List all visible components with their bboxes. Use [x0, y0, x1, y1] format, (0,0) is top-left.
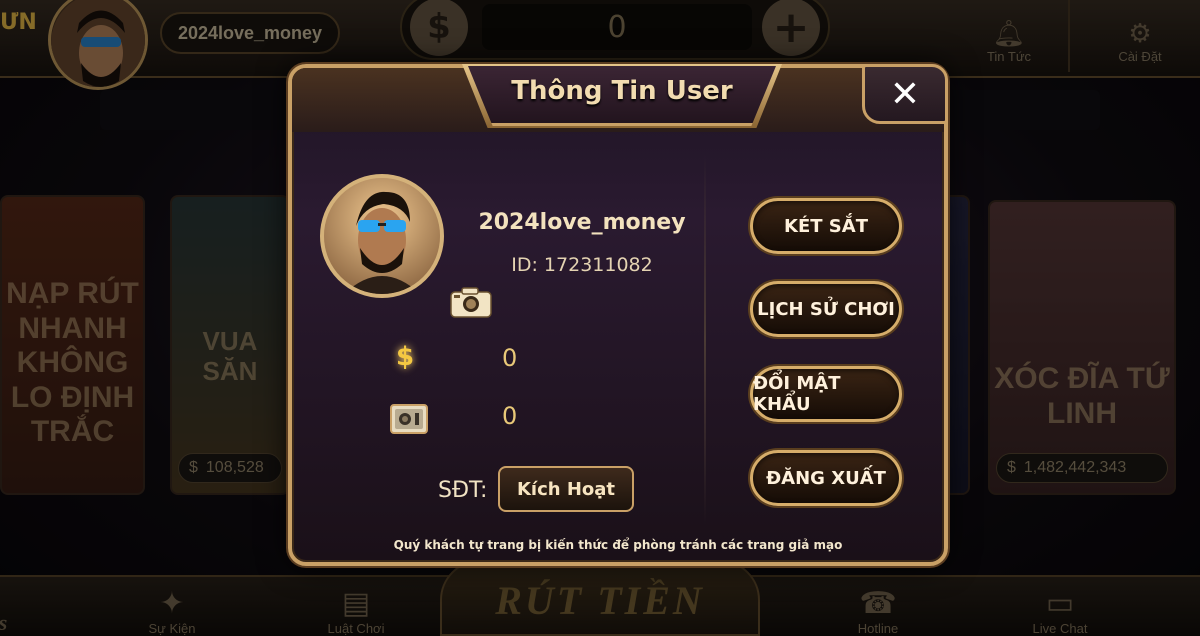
modal-title: Thông Tin User	[511, 76, 733, 106]
safe-icon	[390, 404, 428, 434]
user-name: 2024love_money	[478, 210, 686, 235]
gold-dollar-icon: $	[396, 342, 415, 372]
security-warning: Quý khách tự trang bị kiến thức để phòng…	[393, 538, 843, 552]
user-id: ID: 172311082	[511, 254, 653, 276]
camera-icon[interactable]	[450, 286, 492, 318]
close-button[interactable]: ✕	[862, 64, 948, 124]
activate-phone-button[interactable]: Kích Hoạt	[498, 466, 634, 512]
phone-label: SĐT:	[438, 478, 488, 503]
play-history-button[interactable]: LỊCH SỬ CHƠI	[750, 281, 902, 337]
logout-button[interactable]: ĐĂNG XUẤT	[750, 450, 902, 506]
user-avatar[interactable]	[320, 174, 444, 298]
gold-balance-value: 0	[502, 344, 518, 372]
change-password-button[interactable]: ĐỔI MẬT KHẨU	[750, 366, 902, 422]
safe-balance-value: 0	[502, 402, 518, 430]
column-divider	[704, 154, 706, 524]
close-icon: ✕	[889, 73, 921, 115]
user-info-modal: Thông Tin User ✕ 2024love_money ID: 1723…	[288, 64, 948, 566]
safe-button[interactable]: KÉT SẮT	[750, 198, 902, 254]
